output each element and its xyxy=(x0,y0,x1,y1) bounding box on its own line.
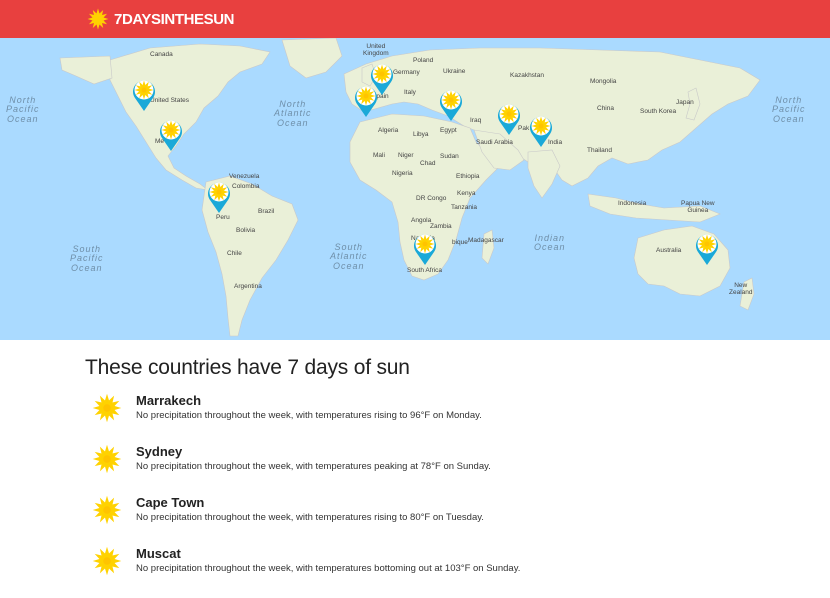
brand-name: 7DAYSINTHESUN xyxy=(114,10,235,28)
map-label-south-korea: South Korea xyxy=(640,108,677,115)
world-map[interactable]: North Pacific Ocean North Pacific Ocean … xyxy=(0,38,830,340)
sun-icon xyxy=(87,8,109,30)
city-name: Marrakech xyxy=(136,393,202,408)
map-label-bolivia: Bolivia xyxy=(236,227,256,234)
map-label-ethiopia: Ethiopia xyxy=(456,173,480,180)
city-item-muscat: Muscat No precipitation throughout the w… xyxy=(92,546,792,586)
map-label-libya: Libya xyxy=(413,131,429,138)
map-label-poland: Poland xyxy=(413,57,434,64)
sunny-cities-section: These countries have 7 days of sun Marra… xyxy=(0,340,830,598)
map-label-angola: Angola xyxy=(411,217,432,224)
city-item-marrakech: Marrakech No precipitation throughout th… xyxy=(92,393,792,433)
map-label-new-zealand: New Zealand xyxy=(729,282,753,296)
map-label-papua-new-guinea: Papua New Guinea xyxy=(681,200,715,214)
map-label-germany: Germany xyxy=(393,69,420,76)
sun-map-pin-icon[interactable] xyxy=(412,232,438,266)
city-name: Cape Town xyxy=(136,495,205,510)
map-label-chile: Chile xyxy=(227,250,242,257)
map-label-saudi-arabia: Saudi Arabia xyxy=(476,139,513,146)
sun-map-pin-icon[interactable] xyxy=(528,114,554,148)
map-land xyxy=(59,38,761,337)
brand-logo-link[interactable]: 7DAYSINTHESUN xyxy=(87,8,235,30)
city-item-cape-town: Cape Town No precipitation throughout th… xyxy=(92,495,792,535)
page-title: These countries have 7 days of sun xyxy=(85,356,410,379)
sun-map-pin-icon[interactable] xyxy=(158,118,184,152)
sun-icon xyxy=(92,495,122,525)
map-label-mozambique: bique xyxy=(452,239,468,246)
city-name: Muscat xyxy=(136,546,181,561)
map-label-japan: Japan xyxy=(676,99,694,106)
sun-icon xyxy=(92,393,122,423)
map-label-kazakhstan: Kazakhstan xyxy=(510,72,544,79)
map-label-nigeria: Nigeria xyxy=(392,170,413,177)
map-label-tanzania: Tanzania xyxy=(451,204,478,211)
map-label-chad: Chad xyxy=(420,160,436,167)
map-label-china: China xyxy=(597,105,614,112)
ocean-label-north-pacific-east: North Pacific Ocean xyxy=(772,95,806,124)
sun-icon xyxy=(92,444,122,474)
ocean-label-south-pacific: South Pacific Ocean xyxy=(70,244,104,273)
map-label-ukraine: Ukraine xyxy=(443,68,466,75)
city-forecast: No precipitation throughout the week, wi… xyxy=(136,512,484,523)
map-label-italy: Italy xyxy=(404,89,416,96)
map-label-argentina: Argentina xyxy=(234,283,262,290)
map-label-sudan: Sudan xyxy=(440,153,459,160)
map-label-united-kingdom: United Kingdom xyxy=(363,43,389,57)
map-label-drc: DR Congo xyxy=(416,195,447,202)
map-label-peru: Peru xyxy=(216,214,230,221)
map-label-kenya: Kenya xyxy=(457,190,476,197)
map-label-canada: Canada xyxy=(150,51,173,58)
map-label-algeria: Algeria xyxy=(378,127,399,134)
map-label-australia: Australia xyxy=(656,247,682,254)
map-label-niger: Niger xyxy=(398,152,414,159)
city-forecast: No precipitation throughout the week, wi… xyxy=(136,563,521,574)
map-label-iraq: Iraq xyxy=(470,117,482,124)
sun-map-pin-icon[interactable] xyxy=(694,232,720,266)
city-name: Sydney xyxy=(136,444,183,459)
ocean-label-north-atlantic: North Atlantic Ocean xyxy=(274,99,312,128)
map-label-zambia: Zambia xyxy=(430,223,452,230)
map-label-mongolia: Mongolia xyxy=(590,78,617,85)
map-label-venezuela: Venezuela xyxy=(229,173,260,180)
map-label-indonesia: Indonesia xyxy=(618,200,647,207)
ocean-label-south-atlantic: South Atlantic Ocean xyxy=(330,242,368,271)
sun-map-pin-icon[interactable] xyxy=(496,102,522,136)
city-forecast: No precipitation throughout the week, wi… xyxy=(136,410,482,421)
map-label-thailand: Thailand xyxy=(587,147,612,154)
top-bar: 7DAYSINTHESUN xyxy=(0,0,830,38)
map-label-madagascar: Madagascar xyxy=(468,237,504,244)
map-label-colombia: Colombia xyxy=(232,183,260,190)
sun-map-pin-icon[interactable] xyxy=(206,180,232,214)
sun-icon xyxy=(92,546,122,576)
city-item-sydney: Sydney No precipitation throughout the w… xyxy=(92,444,792,484)
city-forecast: No precipitation throughout the week, wi… xyxy=(136,461,491,472)
sun-map-pin-icon[interactable] xyxy=(353,84,379,118)
ocean-label-north-pacific-west: North Pacific Ocean xyxy=(6,95,40,124)
sun-map-pin-icon[interactable] xyxy=(131,78,157,112)
map-label-south-africa: South Africa xyxy=(407,267,443,274)
sun-map-pin-icon[interactable] xyxy=(438,88,464,122)
map-label-brazil: Brazil xyxy=(258,208,275,215)
ocean-label-indian: Indian Ocean xyxy=(534,233,566,253)
map-label-mali: Mali xyxy=(373,152,385,159)
map-label-egypt: Egypt xyxy=(440,127,457,134)
